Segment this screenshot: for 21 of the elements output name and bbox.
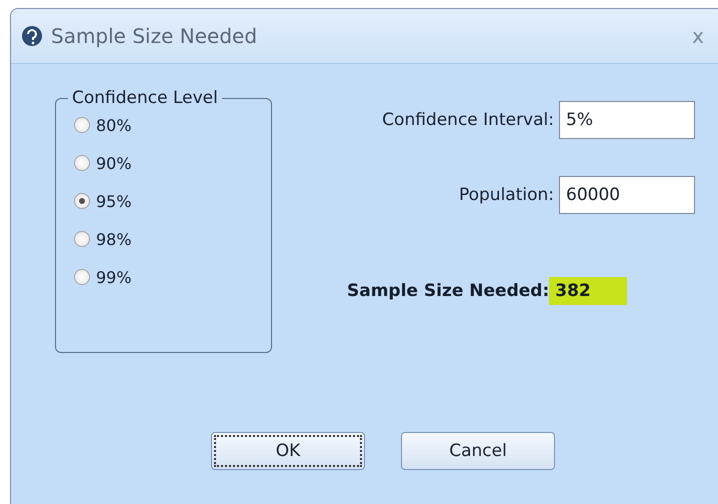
cancel-button[interactable]: Cancel (401, 432, 555, 470)
group-label: Confidence Level (71, 88, 219, 108)
radio-button[interactable] (74, 155, 90, 171)
result-value: 382 (549, 277, 627, 305)
window-title: Sample Size Needed (51, 24, 258, 48)
radio-button[interactable] (74, 193, 90, 209)
option-label: 99% (96, 268, 132, 286)
field-label: Population: (458, 185, 554, 205)
option-label: 98% (96, 230, 132, 248)
radio-button[interactable] (74, 231, 90, 247)
radio-button[interactable] (74, 269, 90, 285)
option-label: 95% (96, 192, 132, 210)
radio-button[interactable] (74, 117, 90, 133)
option-label: 90% (96, 154, 132, 172)
result-label: Sample Size Needed: (347, 281, 550, 301)
app-icon (21, 25, 43, 47)
field-label: Confidence Interval: (382, 110, 554, 130)
input-field[interactable]: 60000 (559, 176, 695, 214)
input-field[interactable]: 5% (559, 101, 695, 139)
option-label: 80% (96, 116, 132, 134)
ok-button[interactable]: OK (211, 432, 365, 470)
